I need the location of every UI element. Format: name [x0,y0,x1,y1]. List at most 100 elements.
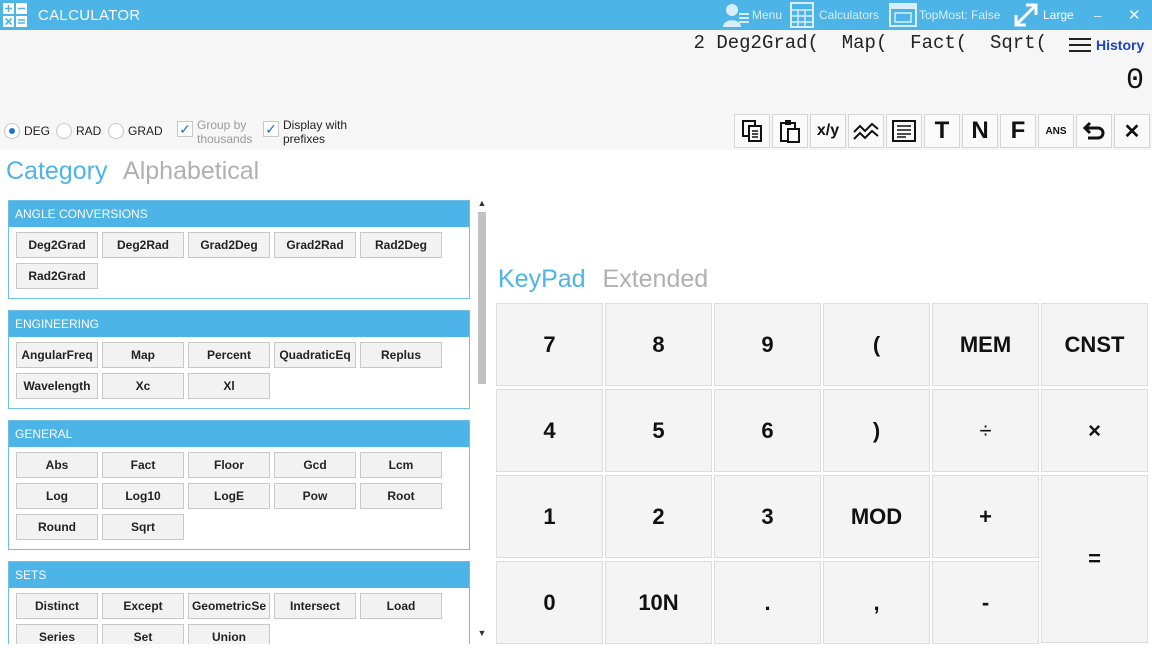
function-button[interactable]: Pow [274,483,356,509]
function-button[interactable]: GeometricSe [188,593,270,619]
function-button[interactable]: Floor [188,452,270,478]
function-button[interactable]: Grad2Rad [274,232,356,258]
function-button[interactable]: Abs [16,452,98,478]
checkmark-icon: ✓ [177,121,193,137]
key-comma[interactable]: , [823,561,930,644]
function-button[interactable]: Intersect [274,593,356,619]
calculators-button[interactable]: Calculators [790,0,879,30]
key-divide[interactable]: ÷ [932,389,1039,472]
function-button[interactable]: Deg2Grad [16,232,98,258]
ans-button[interactable]: ANS [1038,114,1074,148]
topmost-button[interactable]: TopMost: False [889,0,1000,30]
tab-alphabetical[interactable]: Alphabetical [123,157,259,185]
function-button[interactable]: Union [188,624,270,644]
tab-extended[interactable]: Extended [603,265,709,293]
function-button[interactable]: Xl [188,373,270,399]
key-minus[interactable]: - [932,561,1039,644]
function-button[interactable]: Lcm [360,452,442,478]
group-header: ENGINEERING [9,311,469,337]
radio-deg[interactable]: DEG [4,123,50,139]
undo-button[interactable] [1076,114,1112,148]
function-button[interactable]: Rad2Deg [360,232,442,258]
key-0[interactable]: 0 [496,561,603,644]
topmost-label: TopMost: False [919,8,1001,22]
function-button[interactable]: Log10 [102,483,184,509]
graph-button[interactable] [848,114,884,148]
menu-button[interactable]: Menu [722,0,782,30]
function-button[interactable]: Load [360,593,442,619]
function-button[interactable]: LogE [188,483,270,509]
function-button[interactable]: Log [16,483,98,509]
scroll-thumb[interactable] [478,212,486,384]
function-button[interactable]: Round [16,514,98,540]
function-button[interactable]: Set [102,624,184,644]
key-left-paren[interactable]: ( [823,303,930,386]
key-4[interactable]: 4 [496,389,603,472]
key-1[interactable]: 1 [496,475,603,558]
n-button[interactable]: N [962,114,998,148]
radio-grad[interactable]: GRAD [108,123,163,139]
function-button[interactable]: Root [360,483,442,509]
t-button[interactable]: T [924,114,960,148]
key-right-paren[interactable]: ) [823,389,930,472]
key-3[interactable]: 3 [714,475,821,558]
function-tabs: Category Alphabetical [6,157,269,186]
clear-button[interactable]: ✕ [1114,114,1150,148]
function-button[interactable]: Xc [102,373,184,399]
function-button[interactable]: Percent [188,342,270,368]
display-prefixes-line2: prefixes [283,132,326,146]
function-button[interactable]: Map [102,342,184,368]
key-plus[interactable]: + [932,475,1039,558]
radio-rad[interactable]: RAD [56,123,101,139]
key-cnst[interactable]: CNST [1041,303,1148,386]
function-button[interactable]: Series [16,624,98,644]
function-button[interactable]: Sqrt [102,514,184,540]
calculator-grid-icon [790,2,814,28]
function-button[interactable]: AngularFreq [16,342,98,368]
key-5[interactable]: 5 [605,389,712,472]
text-list-button[interactable] [886,114,922,148]
radio-rad-label: RAD [76,124,102,138]
key-9[interactable]: 9 [714,303,821,386]
paste-button[interactable] [772,114,808,148]
display-prefixes-line1: Display with [283,118,348,132]
tab-keypad[interactable]: KeyPad [498,265,586,293]
key-mod[interactable]: MOD [823,475,930,558]
key-multiply[interactable]: × [1041,389,1148,472]
key-7[interactable]: 7 [496,303,603,386]
function-button[interactable]: Gcd [274,452,356,478]
expression-display: 2 Deg2Grad( Map( Fact( Sqrt( [693,32,1047,54]
function-button[interactable]: Except [102,593,184,619]
result-display: 0 [1125,64,1144,98]
function-button[interactable]: Rad2Grad [16,263,98,289]
display-prefixes-checkbox[interactable]: ✓ Display with prefixes [263,118,347,146]
minimize-button[interactable]: – [1094,0,1102,30]
size-button[interactable]: Large [1013,0,1074,30]
key-mem[interactable]: MEM [932,303,1039,386]
scroll-up-arrow-icon[interactable]: ▲ [476,198,488,208]
key-decimal[interactable]: . [714,561,821,644]
key-equals[interactable]: = [1041,475,1148,643]
function-button[interactable]: QuadraticEq [274,342,356,368]
key-8[interactable]: 8 [605,303,712,386]
scroll-down-arrow-icon[interactable]: ▼ [476,628,488,638]
function-button[interactable]: Grad2Deg [188,232,270,258]
group-header: ANGLE CONVERSIONS [9,201,469,227]
f-button[interactable]: F [1000,114,1036,148]
fraction-button[interactable]: x/y [810,114,846,148]
history-button[interactable]: History [1068,36,1144,54]
user-menu-icon [723,4,749,27]
function-button[interactable]: Wavelength [16,373,98,399]
function-button[interactable]: Fact [102,452,184,478]
copy-button[interactable] [734,114,770,148]
key-6[interactable]: 6 [714,389,821,472]
group-thousands-checkbox[interactable]: ✓ Group by thousands [177,118,252,146]
function-button[interactable]: Replus [360,342,442,368]
function-button[interactable]: Distinct [16,593,98,619]
key-10n[interactable]: 10N [605,561,712,644]
close-button[interactable]: ✕ [1128,0,1141,30]
key-2[interactable]: 2 [605,475,712,558]
function-button[interactable]: Deg2Rad [102,232,184,258]
tab-category[interactable]: Category [6,157,107,185]
function-scrollbar[interactable]: ▲ ▼ [476,198,488,644]
